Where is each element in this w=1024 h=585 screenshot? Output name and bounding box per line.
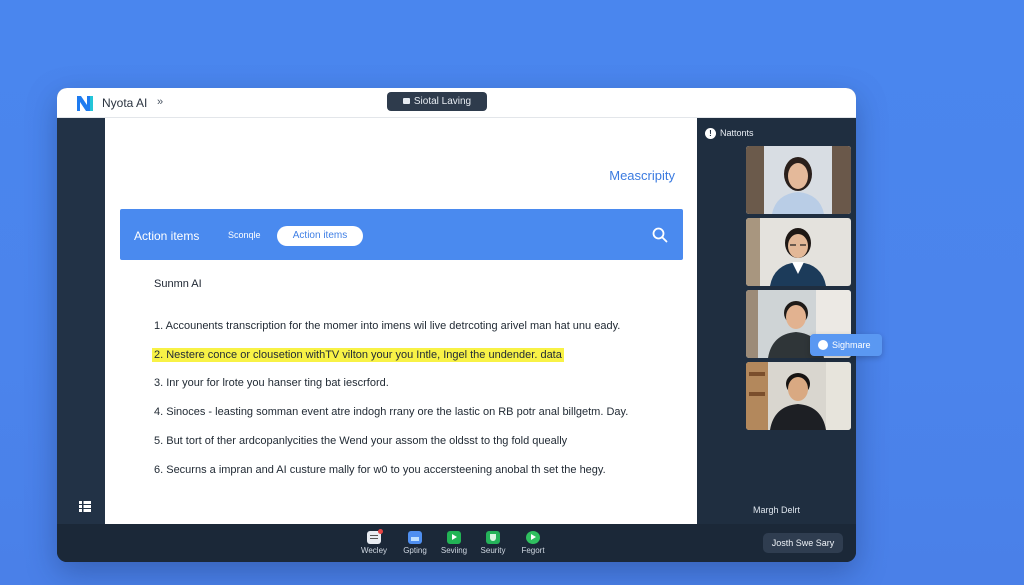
toolbar-item-label: Fegort [521, 546, 545, 555]
participant-tile-1[interactable] [746, 146, 851, 214]
document-pane: Meascripity Action items Sconqle Action … [105, 118, 697, 524]
list-item: 3. Inr your for lrote you hanser ting ba… [154, 377, 389, 389]
speaker-chip-label: Sighmare [832, 340, 871, 350]
shield-icon [486, 531, 500, 544]
summary-title: Sunmn AI [154, 278, 202, 290]
participant-avatar [746, 362, 851, 430]
status-pill-label: Siotal Laving [413, 96, 472, 107]
search-icon[interactable] [652, 227, 668, 243]
document-heading: Meascripity [609, 168, 675, 183]
chevron-right-icon[interactable]: » [157, 96, 163, 108]
participant-avatar [746, 146, 851, 214]
notes-icon [367, 529, 383, 544]
play-icon [447, 531, 461, 544]
action-toolbar: Action items Sconqle Action items [120, 209, 683, 260]
title-bar: Nyota AI » Siotal Laving [57, 88, 856, 118]
status-pill[interactable]: Siotal Laving [387, 92, 487, 111]
user-pill[interactable]: Josth Swe Sary [763, 533, 843, 553]
participants-footer: Margh Delrt [752, 505, 800, 515]
participant-tile-2[interactable] [746, 218, 851, 286]
record-icon [526, 531, 540, 544]
list-item-highlighted: 2. Nestere conce or clousetion withTV vi… [152, 348, 564, 362]
participants-panel: ! Nattonts Margh Delrt [697, 118, 856, 524]
image-icon [408, 531, 422, 544]
participant-avatar [746, 218, 851, 286]
app-window: Nyota AI » Siotal Laving Meascripity Act… [57, 88, 856, 562]
nyota-logo-icon [77, 96, 93, 111]
tab-action-items[interactable]: Action items [277, 226, 363, 246]
speaker-chip[interactable]: Sighmare [810, 334, 882, 356]
list-item: 1. Accounents transcription for the mome… [154, 320, 621, 332]
toolbar-item-fegort[interactable]: Fegort [508, 531, 558, 555]
bottom-toolbar: Wecley Gpting Seviing Seurity Fegort Jos… [57, 524, 856, 562]
briefcase-icon [402, 98, 410, 104]
grid-menu-icon[interactable] [79, 501, 91, 512]
info-icon: ! [705, 128, 716, 139]
participant-tile-4[interactable] [746, 362, 851, 430]
list-item: 5. But tort of ther ardcopanlycities the… [154, 435, 568, 447]
toolbar-title: Action items [134, 229, 200, 243]
list-item: 4. Sinoces - leasting somman event atre … [154, 406, 629, 418]
participants-header: Nattonts [720, 128, 754, 138]
left-rail [57, 118, 105, 524]
app-title: Nyota AI [102, 96, 148, 110]
list-item: 6. Securns a impran and AI custure mally… [154, 464, 606, 476]
chat-bubble-icon [818, 340, 828, 350]
tab-sconqle[interactable]: Sconqle [228, 230, 261, 240]
